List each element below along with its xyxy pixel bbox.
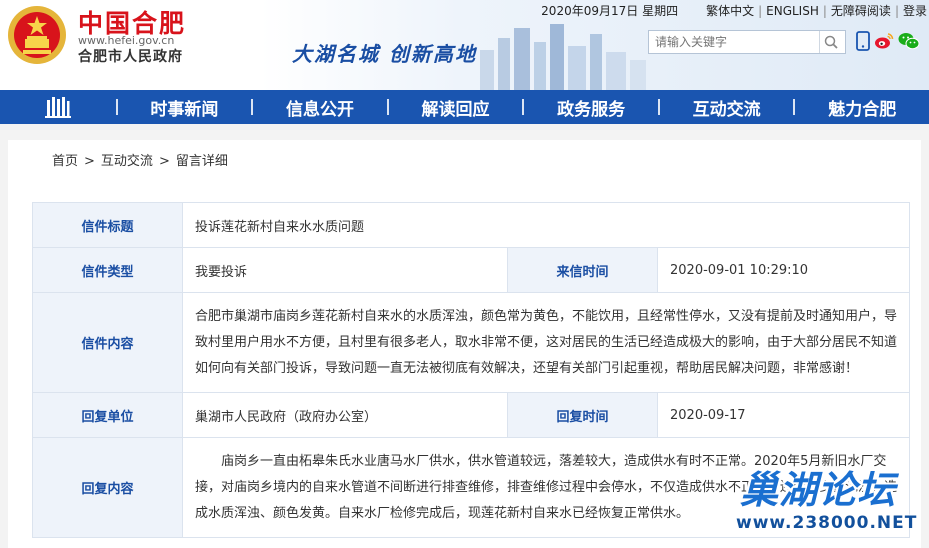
nav-item-info-disclosure[interactable]: 信息公开: [253, 90, 387, 124]
weibo-icon: [875, 33, 894, 49]
breadcrumb-separator: >: [158, 154, 170, 169]
breadcrumb-home[interactable]: 首页: [52, 154, 78, 169]
table-row: 信件内容 合肥市巢湖市庙岗乡莲花新村自来水的水质浑浊，颜色常为黄色，不能饮用，且…: [32, 292, 910, 393]
letter-detail-table: 信件标题 投诉莲花新村自来水水质问题 信件类型 我要投诉 来信时间 2020-0…: [32, 202, 910, 538]
nav-divider: [793, 99, 796, 115]
letter-type-label: 信件类型: [32, 247, 183, 293]
nav-divider: [522, 99, 525, 115]
accessibility-link[interactable]: 无障碍阅读: [831, 2, 891, 19]
reply-content-value: 庙岗乡一直由柘皋朱氏水业唐马水厂供水，供水管道较远，落差较大，造成供水有时不正常…: [182, 437, 910, 538]
letter-content-label: 信件内容: [32, 292, 183, 393]
reply-time-label: 回复时间: [507, 392, 658, 438]
letter-content-value: 合肥市巢湖市庙岗乡莲花新村自来水的水质浑浊，颜色常为黄色，不能饮用，且经常性停水…: [182, 292, 910, 393]
reply-content-label: 回复内容: [32, 437, 183, 538]
city-skyline-image: [480, 24, 646, 90]
breadcrumb-current: 留言详细: [175, 154, 228, 169]
letter-time-label: 来信时间: [507, 247, 658, 293]
nav-home-button[interactable]: [0, 90, 116, 124]
top-utility-bar: 2020年09月17日 星期四 繁体中文 | ENGLISH | 无障碍阅读 |…: [541, 2, 929, 19]
search-box: [648, 30, 846, 54]
nav-divider: [386, 99, 389, 115]
detail-panel: 首页 > 互动交流 > 留言详细 信件标题 投诉莲花新村自来水水质问题 信件类型 我要投…: [8, 140, 921, 548]
slogan: 大湖名城 创新高地: [292, 42, 477, 66]
nav-item-gov-services[interactable]: 政务服务: [524, 90, 658, 124]
wechat-icon: [898, 33, 920, 50]
login-link[interactable]: 登录: [903, 2, 927, 19]
table-row: 回复单位 巢湖市人民政府（政府办公室） 回复时间 2020-09-17: [32, 392, 910, 438]
letter-title-value: 投诉莲花新村自来水水质问题: [182, 202, 910, 248]
site-header: 中国合肥 www.hefei.gov.cn 合肥市人民政府 大湖名城 创新高地 …: [0, 0, 929, 90]
site-subtitle: 合肥市人民政府: [78, 49, 183, 65]
letter-time-value: 2020-09-01 10:29:10: [657, 247, 910, 293]
table-row: 信件标题 投诉莲花新村自来水水质问题: [32, 202, 910, 248]
nav-item-news[interactable]: 时事新闻: [118, 90, 252, 124]
mobile-button[interactable]: [852, 30, 874, 52]
nav-divider: [115, 99, 118, 115]
breadcrumb: 首页 > 互动交流 > 留言详细: [52, 150, 228, 169]
national-emblem-logo: [8, 6, 66, 64]
nav-item-interpretation[interactable]: 解读回应: [389, 90, 523, 124]
mobile-icon: [856, 31, 870, 51]
weibo-button[interactable]: [873, 30, 895, 52]
reply-unit-label: 回复单位: [32, 392, 183, 438]
breadcrumb-separator: >: [84, 154, 95, 169]
reply-unit-value: 巢湖市人民政府（政府办公室）: [182, 392, 508, 438]
table-row: 回复内容 庙岗乡一直由柘皋朱氏水业唐马水厂供水，供水管道较远，落差较大，造成供水…: [32, 437, 910, 538]
letter-type-value: 我要投诉: [182, 247, 508, 293]
home-building-icon: [44, 97, 71, 118]
nav-item-charm-hefei[interactable]: 魅力合肥: [795, 90, 929, 124]
main-nav: 时事新闻 信息公开 解读回应 政务服务 互动交流 魅力合肥: [0, 90, 929, 124]
divider: |: [758, 3, 763, 18]
divider: |: [894, 3, 899, 18]
divider: |: [822, 3, 827, 18]
content-area: 首页 > 互动交流 > 留言详细 信件标题 投诉莲花新村自来水水质问题 信件类型 我要投…: [0, 124, 929, 548]
traditional-chinese-link[interactable]: 繁体中文: [706, 2, 754, 19]
reply-time-value: 2020-09-17: [657, 392, 910, 438]
current-date: 2020年09月17日 星期四: [541, 4, 679, 18]
search-button[interactable]: [819, 31, 841, 53]
search-input[interactable]: [649, 31, 819, 53]
nav-divider: [657, 99, 660, 115]
nav-item-interaction[interactable]: 互动交流: [660, 90, 794, 124]
english-link[interactable]: ENGLISH: [766, 4, 819, 18]
breadcrumb-interaction[interactable]: 互动交流: [101, 154, 153, 169]
letter-title-label: 信件标题: [32, 202, 183, 248]
table-row: 信件类型 我要投诉 来信时间 2020-09-01 10:29:10: [32, 247, 910, 293]
search-icon: [824, 35, 838, 49]
wechat-button[interactable]: [898, 30, 920, 52]
nav-divider: [251, 99, 254, 115]
